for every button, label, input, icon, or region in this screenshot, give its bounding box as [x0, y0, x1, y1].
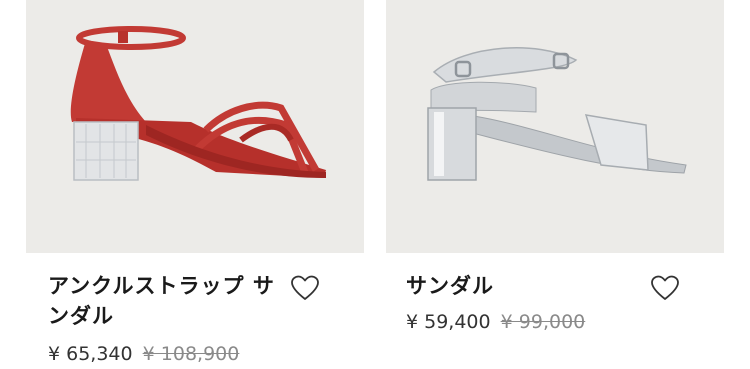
product-image[interactable] [386, 0, 724, 253]
product-card[interactable]: アンクルストラップ サンダル ¥ 65,340 ¥ 108,900 [26, 0, 364, 367]
product-name[interactable]: アンクルストラップ サンダル [26, 271, 276, 331]
product-image[interactable] [26, 0, 364, 253]
favorite-heart-icon[interactable] [650, 274, 680, 302]
product-price: ¥ 59,400 ¥ 99,000 [386, 309, 724, 335]
product-name[interactable]: サンダル [386, 271, 636, 301]
red-sandal-illustration [70, 26, 326, 181]
original-price: ¥ 99,000 [500, 311, 586, 333]
current-price: ¥ 59,400 [406, 311, 491, 333]
product-price: ¥ 65,340 ¥ 108,900 [26, 341, 364, 367]
original-price: ¥ 108,900 [142, 343, 240, 365]
favorite-heart-icon[interactable] [290, 274, 320, 302]
product-card[interactable]: サンダル ¥ 59,400 ¥ 99,000 [386, 0, 724, 335]
current-price: ¥ 65,340 [48, 343, 133, 365]
silver-sandal-illustration [427, 47, 687, 181]
